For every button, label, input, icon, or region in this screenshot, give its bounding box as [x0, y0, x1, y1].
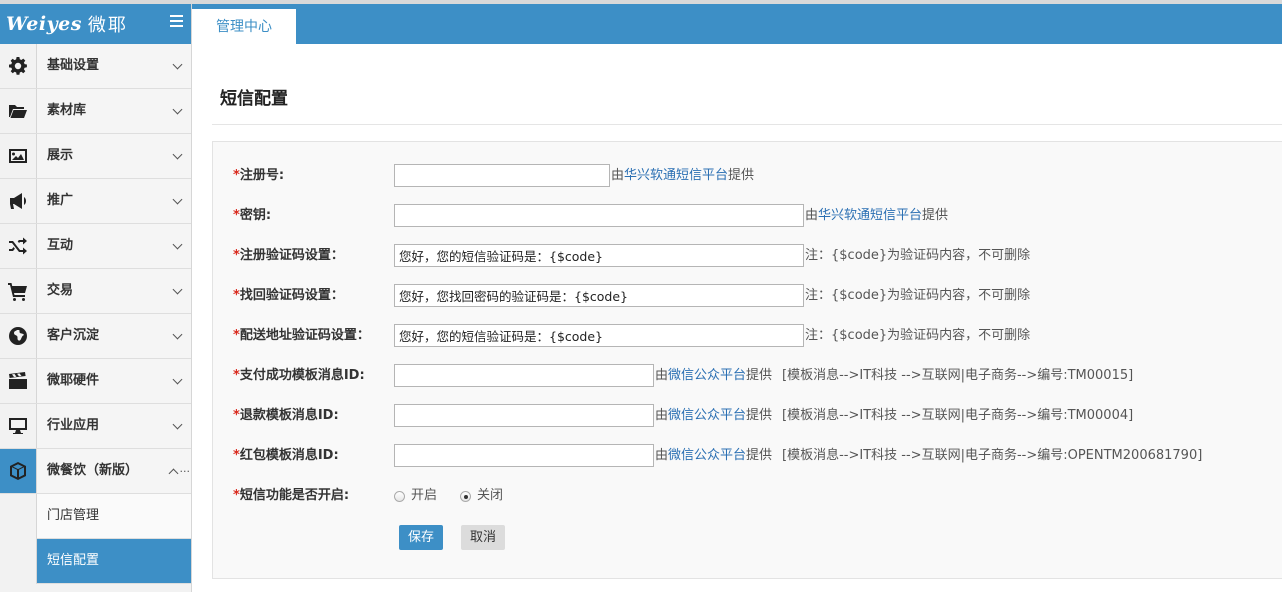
- template-path: [模板消息-->IT科技 -->互联网|电子商务-->编号:TM00015]: [782, 368, 1134, 383]
- form-row-redpack-template: *红包模板消息ID: 由微信公众平台提供 [模板消息-->IT科技 -->互联网|…: [213, 444, 1282, 468]
- wechat-platform-link[interactable]: 微信公众平台: [668, 448, 746, 463]
- desktop-icon: [0, 404, 36, 448]
- hamburger-menu-icon[interactable]: [170, 15, 183, 27]
- brand-bar: Weiyes 微耶: [0, 4, 191, 44]
- picture-icon: [0, 134, 36, 178]
- label-overflow: ...: [179, 462, 191, 475]
- reg-no-input[interactable]: [394, 164, 610, 187]
- globe-icon: [0, 314, 36, 358]
- sidebar-item-trade[interactable]: 交易: [0, 269, 191, 314]
- cancel-button[interactable]: 取消: [461, 525, 505, 550]
- field-label: *配送地址验证码设置：: [233, 328, 370, 343]
- sidebar-item-materials[interactable]: 素材库: [0, 89, 191, 134]
- sidebar-item-label: 展示: [36, 134, 191, 178]
- sidebar-item-label: 微耶硬件: [36, 359, 191, 403]
- field-hint: 由微信公众平台提供 [模板消息-->IT科技 -->互联网|电子商务-->编号:O…: [655, 448, 1203, 463]
- form-row-reg-code: *注册验证码设置： 注：{$code}为验证码内容，不可删除: [213, 244, 1282, 268]
- cube-icon: [0, 449, 36, 493]
- sidebar-item-label: 互动: [36, 224, 191, 268]
- sidebar-item-customers[interactable]: 客户沉淀: [0, 314, 191, 359]
- field-label: *红包模板消息ID:: [233, 448, 339, 463]
- brand-logo: Weiyes: [6, 13, 82, 35]
- sidebar-item-label: 推广: [36, 179, 191, 223]
- form-row-pay-template: *支付成功模板消息ID: 由微信公众平台提供 [模板消息-->IT科技 -->互联…: [213, 364, 1282, 388]
- sidebar: Weiyes 微耶 基础设置 素材库 展示 推广 互动 交易 客户沉淀 微耶硬件…: [0, 4, 192, 592]
- gear-icon: [0, 44, 36, 88]
- sidebar-item-label: 基础设置: [36, 44, 191, 88]
- sms-platform-link[interactable]: 华兴软通短信平台: [624, 168, 728, 183]
- form-row-refund-template: *退款模板消息ID: 由微信公众平台提供 [模板消息-->IT科技 -->互联网|…: [213, 404, 1282, 428]
- wechat-platform-link[interactable]: 微信公众平台: [668, 408, 746, 423]
- radio-label: 关闭: [477, 488, 504, 503]
- sidebar-item-label: 微餐饮（新版）: [36, 449, 191, 493]
- field-label: *注册验证码设置：: [233, 248, 344, 263]
- redpack-template-id-input[interactable]: [394, 444, 654, 467]
- shuffle-icon: [0, 224, 36, 268]
- film-icon: [0, 359, 36, 403]
- field-hint: 由华兴软通短信平台提供: [611, 168, 755, 183]
- bullhorn-icon: [0, 179, 36, 223]
- sidebar-subitem-store-management[interactable]: 门店管理: [36, 494, 191, 539]
- save-button[interactable]: 保存: [399, 525, 443, 550]
- field-label: *找回验证码设置：: [233, 288, 344, 303]
- sms-config-form: *注册号: 由华兴软通短信平台提供 *密钥: 由华兴软通短信平台提供 *注册验证…: [212, 141, 1282, 579]
- refund-template-id-input[interactable]: [394, 404, 654, 427]
- sidebar-item-basic-settings[interactable]: 基础设置: [0, 44, 191, 89]
- sms-platform-link[interactable]: 华兴软通短信平台: [818, 208, 922, 223]
- field-label: *短信功能是否开启:: [233, 488, 350, 503]
- sidebar-item-display[interactable]: 展示: [0, 134, 191, 179]
- top-tab-bar: 管理中心: [192, 4, 1282, 44]
- tab-management-center[interactable]: 管理中心: [192, 9, 296, 44]
- field-hint: 由华兴软通短信平台提供: [805, 208, 949, 223]
- field-label: *密钥:: [233, 208, 272, 223]
- sidebar-item-hardware[interactable]: 微耶硬件: [0, 359, 191, 404]
- radio-button[interactable]: [460, 490, 471, 502]
- sidebar-item-micro-catering[interactable]: 微餐饮（新版） ...: [0, 449, 191, 494]
- form-row-sms-enable: *短信功能是否开启: 开启 关闭: [213, 484, 1282, 508]
- field-hint: 由微信公众平台提供 [模板消息-->IT科技 -->互联网|电子商务-->编号:T…: [655, 368, 1134, 383]
- template-path: [模板消息-->IT科技 -->互联网|电子商务-->编号:OPENTM2006…: [782, 448, 1203, 463]
- wechat-platform-link[interactable]: 微信公众平台: [668, 368, 746, 383]
- form-row-reg-no: *注册号: 由华兴软通短信平台提供: [213, 164, 1282, 188]
- sidebar-subitem-sms-config[interactable]: 短信配置: [36, 539, 191, 584]
- template-path: [模板消息-->IT科技 -->互联网|电子商务-->编号:TM00004]: [782, 408, 1134, 423]
- field-label: *注册号:: [233, 168, 285, 183]
- field-note: 注：{$code}为验证码内容，不可删除: [805, 328, 1031, 343]
- field-label: *支付成功模板消息ID:: [233, 368, 365, 383]
- pay-template-id-input[interactable]: [394, 364, 654, 387]
- field-note: 注：{$code}为验证码内容，不可删除: [805, 248, 1031, 263]
- form-row-recover-code: *找回验证码设置： 注：{$code}为验证码内容，不可删除: [213, 284, 1282, 308]
- recover-code-template-input[interactable]: [394, 284, 804, 307]
- shopping-cart-icon: [0, 269, 36, 313]
- sidebar-item-interaction[interactable]: 互动: [0, 224, 191, 269]
- field-label: *退款模板消息ID:: [233, 408, 339, 423]
- sidebar-item-label: 行业应用: [36, 404, 191, 448]
- folder-open-icon: [0, 89, 36, 133]
- title-divider: [212, 124, 1282, 125]
- form-row-address-code: *配送地址验证码设置： 注：{$code}为验证码内容，不可删除: [213, 324, 1282, 348]
- sidebar-item-label: 素材库: [36, 89, 191, 133]
- sidebar-item-industry-apps[interactable]: 行业应用: [0, 404, 191, 449]
- brand-logo-cn: 微耶: [87, 15, 128, 36]
- sidebar-item-label: 交易: [36, 269, 191, 313]
- radio-button[interactable]: [394, 490, 405, 502]
- sms-enable-on-radio[interactable]: 开启: [394, 489, 437, 503]
- field-hint: 由微信公众平台提供 [模板消息-->IT科技 -->互联网|电子商务-->编号:T…: [655, 408, 1134, 423]
- sidebar-submenu: 门店管理 短信配置: [0, 494, 191, 584]
- radio-label: 开启: [411, 488, 438, 503]
- form-row-secret: *密钥: 由华兴软通短信平台提供: [213, 204, 1282, 228]
- field-note: 注：{$code}为验证码内容，不可删除: [805, 288, 1031, 303]
- secret-key-input[interactable]: [394, 204, 804, 227]
- page-title: 短信配置: [220, 89, 288, 109]
- sms-enable-off-radio[interactable]: 关闭: [460, 489, 503, 503]
- reg-code-template-input[interactable]: [394, 244, 804, 267]
- sidebar-item-promotion[interactable]: 推广: [0, 179, 191, 224]
- address-code-template-input[interactable]: [394, 324, 804, 347]
- sidebar-item-label: 客户沉淀: [36, 314, 191, 358]
